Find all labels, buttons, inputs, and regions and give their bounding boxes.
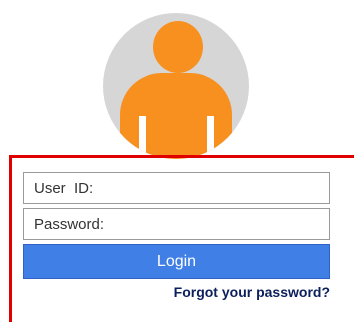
- avatar-body: [120, 73, 232, 159]
- user-avatar-icon: [103, 13, 249, 159]
- avatar-arm-line-right: [207, 116, 214, 159]
- avatar-head: [153, 21, 203, 73]
- forgot-password-link[interactable]: Forgot your password?: [174, 284, 330, 300]
- login-page: Login Forgot your password?: [0, 0, 354, 322]
- password-input[interactable]: [23, 208, 330, 240]
- avatar-arm-line-left: [139, 116, 146, 159]
- user-id-input[interactable]: [23, 172, 330, 204]
- login-button[interactable]: Login: [23, 244, 330, 279]
